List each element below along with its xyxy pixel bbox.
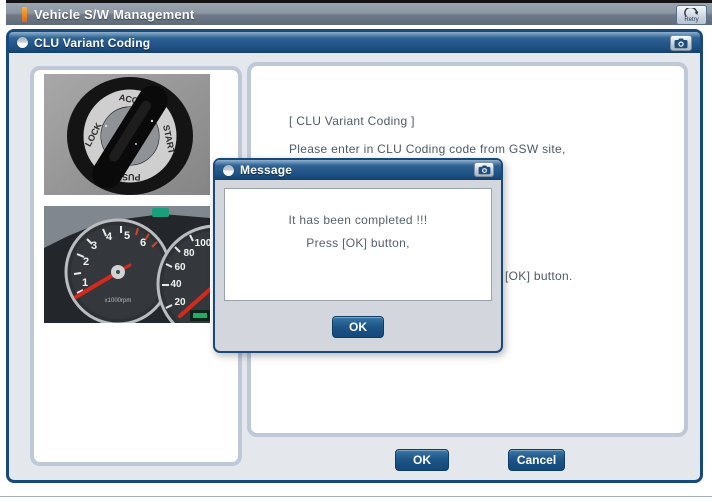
instruction-partial-line: [OK] button. [505,269,573,283]
speed-number: 40 [170,279,182,290]
tach-number: 1 [82,277,88,289]
dialog-message-line1: It has been completed !!! [225,213,491,227]
tach-number: 5 [124,230,130,242]
message-dialog: Message It has been completed !!! Press … [213,158,503,353]
dialog-ok-button[interactable]: OK [332,316,384,338]
clu-window-titlebar: CLU Variant Coding [9,32,700,53]
clu-window-title: CLU Variant Coding [34,36,150,50]
dialog-message-line2: Press [OK] button, [225,236,491,250]
tach-number: 6 [140,237,146,249]
cluster-green-indicator [152,208,169,217]
tach-rpm-label: x1000rpm [105,298,132,304]
tach-number: 4 [106,231,113,243]
cancel-button[interactable]: Cancel [508,449,565,471]
instruction-heading: [ CLU Variant Coding ] [289,114,415,128]
tach-number: 2 [83,256,89,268]
retry-label: Retry [677,17,706,24]
speed-number: 20 [174,297,186,308]
ignition-switch-photo: LOCK ACC START PUSH [44,74,210,195]
photo-panel: LOCK ACC START PUSH [30,66,242,466]
speed-number: 100 [195,238,210,249]
dialog-titlebar: Message [215,160,501,180]
dialog-sphere-icon [223,165,234,176]
window-sphere-icon [17,37,28,48]
tach-number: 3 [91,240,97,252]
camera-icon [674,38,688,49]
window-bottom-edge [0,496,712,497]
instruction-line: Please enter in CLU Coding code from GSW… [289,142,566,156]
dialog-camera-button[interactable] [474,162,494,177]
screen: Vehicle S/W Management Retry CLU Variant… [0,0,712,502]
tachometer-gauge: 1 2 3 4 5 6 x1000rpm [66,220,170,323]
instrument-cluster-photo: 1 2 3 4 5 6 x1000rpm [44,206,210,323]
orange-accent-icon [22,7,27,22]
camera-icon [478,165,491,175]
retry-arrow-icon [684,8,699,17]
speed-number: 80 [183,248,195,259]
dialog-message-box: It has been completed !!! Press [OK] but… [224,188,492,301]
app-title: Vehicle S/W Management [34,7,194,22]
app-title-bar: Vehicle S/W Management Retry [6,0,712,25]
retry-button[interactable]: Retry [676,5,707,25]
speed-number: 60 [174,262,186,273]
screenshot-camera-button[interactable] [670,35,692,51]
dialog-title: Message [240,163,292,177]
ok-button[interactable]: OK [395,449,449,471]
